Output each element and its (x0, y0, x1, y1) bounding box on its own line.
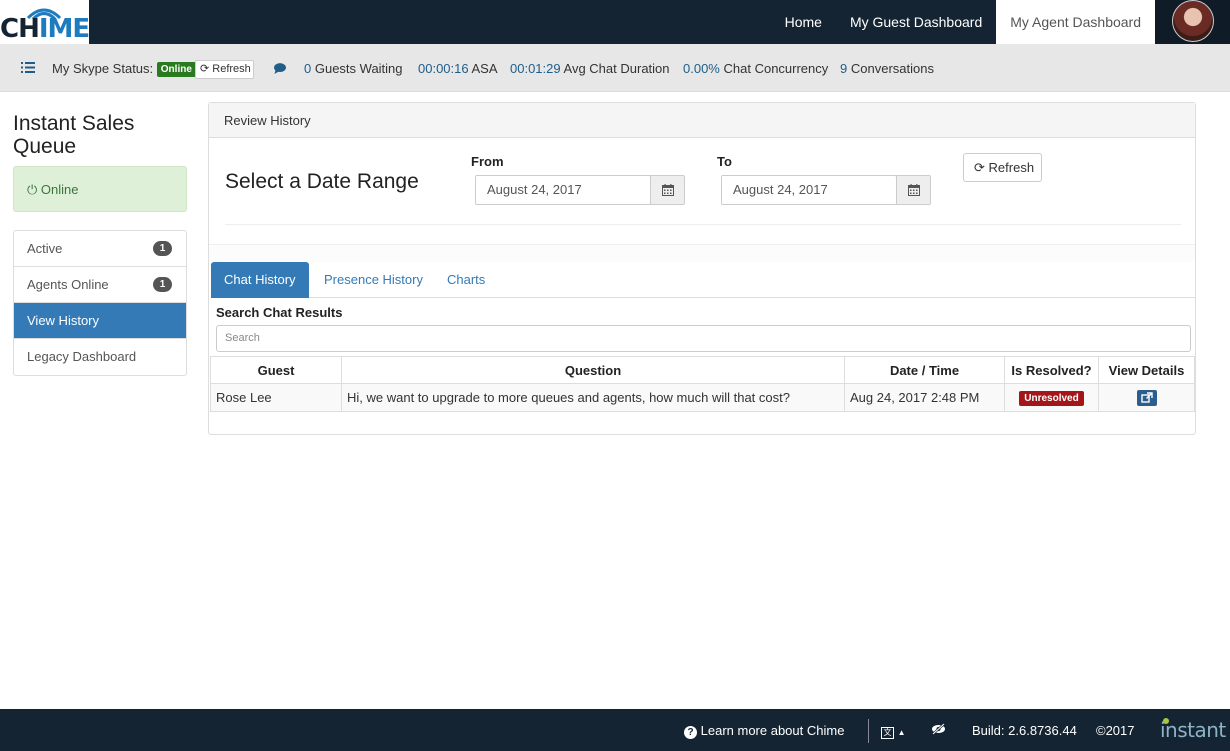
from-calendar-button[interactable] (650, 175, 685, 205)
to-date-input[interactable]: August 24, 2017 (721, 175, 897, 205)
build-version: Build: 2.6.8736.44 (972, 723, 1077, 738)
tab-chat-history[interactable]: Chat History (211, 262, 309, 298)
col-question[interactable]: Question (341, 356, 845, 384)
from-date-input[interactable]: August 24, 2017 (475, 175, 651, 205)
conversations-stat[interactable]: 9 Conversations (840, 61, 934, 76)
learn-more-link[interactable]: ? Learn more about Chime (684, 723, 844, 739)
to-label: To (717, 154, 732, 169)
search-results-label: Search Chat Results (216, 305, 343, 320)
cell-view-details (1098, 383, 1195, 412)
col-view-details: View Details (1098, 356, 1195, 384)
history-tabs: Chat History Presence History Charts (211, 262, 1195, 298)
avg-chat-duration-stat: 00:01:29 Avg Chat Duration (510, 61, 670, 76)
queue-status-text: Online (40, 182, 79, 197)
hide-eye-toggle[interactable] (931, 723, 946, 738)
cell-question: Hi, we want to upgrade to more queues an… (341, 383, 845, 412)
sidebar-item-view-history[interactable]: View History (14, 303, 186, 339)
calendar-icon (662, 184, 674, 196)
avatar (1172, 0, 1214, 42)
section-separator (209, 244, 1195, 262)
sidebar-item-agents-online[interactable]: Agents Online 1 (14, 267, 186, 303)
chat-concurrency-stat: 0.00% Chat Concurrency (683, 61, 829, 76)
instant-logo[interactable]: instant (1160, 718, 1226, 742)
chat-history-table: Guest Question Date / Time Is Resolved? … (210, 356, 1195, 412)
cell-resolved: Unresolved (1004, 383, 1099, 412)
count-badge: 1 (153, 241, 172, 256)
count-badge: 1 (153, 277, 172, 292)
copyright: ©2017 (1096, 723, 1135, 738)
nav-guest-dashboard[interactable]: My Guest Dashboard (836, 0, 996, 44)
cell-guest: Rose Lee (210, 383, 342, 412)
tab-presence-history[interactable]: Presence History (311, 262, 436, 298)
skype-status: My Skype Status: Online (52, 61, 196, 77)
eye-slash-icon (932, 723, 945, 735)
nav-home[interactable]: Home (771, 0, 836, 44)
col-datetime[interactable]: Date / Time (844, 356, 1005, 384)
asa-stat: 00:00:16 ASA (418, 61, 498, 76)
table-header-row: Guest Question Date / Time Is Resolved? … (210, 356, 1195, 384)
external-link-icon (1140, 392, 1153, 403)
view-details-button[interactable] (1136, 389, 1157, 406)
unresolved-badge: Unresolved (1019, 391, 1084, 406)
cell-datetime: Aug 24, 2017 2:48 PM (844, 383, 1005, 412)
nav-agent-dashboard[interactable]: My Agent Dashboard (996, 0, 1155, 44)
date-range-title: Select a Date Range (225, 170, 419, 193)
translate-icon: 文 (881, 727, 894, 739)
logo-dot-icon (1163, 718, 1169, 724)
calendar-icon (908, 184, 920, 196)
skype-status-badge: Online (156, 62, 196, 77)
queue-title: Instant Sales Queue (13, 112, 135, 158)
search-input[interactable]: Search (216, 325, 1191, 352)
panel-title: Review History (209, 103, 1195, 138)
review-history-panel: Review History Select a Date Range From … (208, 102, 1196, 435)
status-bar: My Skype Status: Online ⟳ Refresh 0 Gues… (0, 44, 1230, 92)
queue-status-alert: ⏻ Online (13, 166, 187, 212)
to-calendar-button[interactable] (896, 175, 931, 205)
sidebar-item-legacy-dashboard[interactable]: Legacy Dashboard (14, 339, 186, 375)
skype-refresh-label: Refresh (212, 63, 251, 75)
footer: ? Learn more about Chime 文 ▲ Build: 2.6.… (0, 709, 1230, 751)
table-row: Rose Lee Hi, we want to upgrade to more … (210, 383, 1195, 412)
footer-divider (868, 719, 869, 743)
refresh-icon: ⟳ (200, 63, 210, 75)
guests-waiting-stat[interactable]: 0 Guests Waiting (304, 61, 403, 76)
from-label: From (471, 154, 504, 169)
col-is-resolved[interactable]: Is Resolved? (1004, 356, 1099, 384)
divider (225, 224, 1181, 225)
refresh-button[interactable]: ⟳ Refresh (963, 153, 1042, 182)
caret-up-icon: ▲ (897, 728, 906, 737)
sidebar-menu: Active 1 Agents Online 1 View History Le… (13, 230, 187, 376)
sidebar-item-active[interactable]: Active 1 (14, 231, 186, 267)
logo-text: CHIME (0, 14, 90, 44)
refresh-icon: ⟳ (974, 160, 985, 175)
user-avatar-menu[interactable] (1155, 0, 1230, 44)
skype-status-label: My Skype Status: (52, 61, 154, 76)
power-icon: ⏻ (27, 182, 38, 197)
nav-links: Home My Guest Dashboard My Agent Dashboa… (771, 0, 1155, 44)
skype-refresh-button[interactable]: ⟳ Refresh (195, 60, 254, 79)
top-navbar: CHIME Home My Guest Dashboard My Agent D… (0, 0, 1230, 44)
list-icon[interactable] (21, 62, 35, 73)
question-circle-icon: ? (684, 726, 697, 739)
col-guest[interactable]: Guest (210, 356, 342, 384)
chime-logo[interactable]: CHIME (0, 0, 90, 44)
language-menu[interactable]: 文 ▲ (881, 723, 906, 739)
chat-bubble-icon[interactable] (273, 63, 287, 74)
tab-charts[interactable]: Charts (434, 262, 498, 298)
